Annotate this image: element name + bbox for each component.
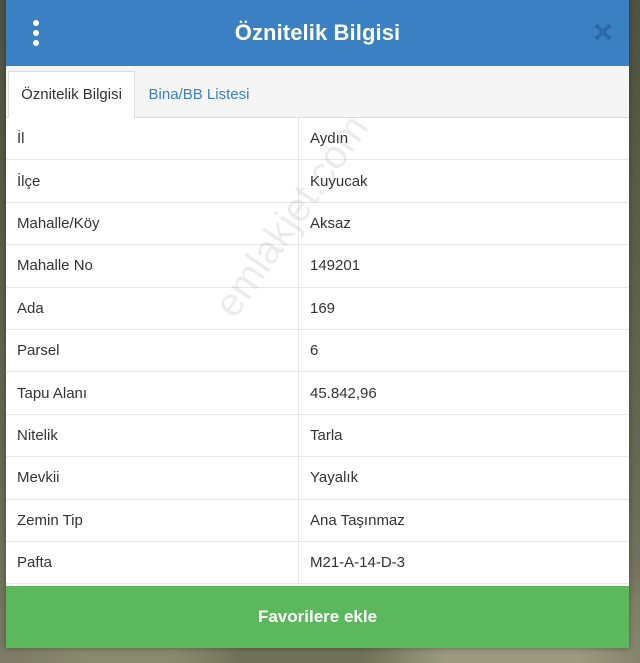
add-to-favorites-button[interactable]: Favorilere ekle [6, 586, 629, 648]
row-value: 149201 [310, 257, 361, 275]
table-row: Parsel 6 [6, 329, 629, 373]
table-row: Mahalle No 149201 [6, 245, 629, 288]
row-value: Ana Taşınmaz [310, 511, 405, 529]
row-value: Aksaz [310, 214, 351, 232]
row-key: Zemin Tip [6, 499, 299, 541]
row-value: Aydın [310, 130, 349, 148]
tab-building-list[interactable]: Bina/BB Listesi [135, 71, 263, 118]
attribute-table: İl Aydın İlçe Kuyucak Mahalle/Köy Aksaz … [6, 118, 629, 585]
table-row: Mahalle/Köy Aksaz [6, 202, 629, 246]
table-row: İl Aydın [6, 118, 629, 161]
row-key: Nitelik [6, 414, 299, 457]
table-row: Ada 169 [6, 287, 629, 330]
close-icon[interactable] [591, 20, 615, 44]
attribute-info-dialog: Öznitelik Bilgisi Öznitelik Bilgisi Bina… [6, 0, 629, 648]
row-key: Parsel [6, 329, 299, 372]
row-key: Tapu Alanı [6, 372, 299, 414]
row-value: 169 [310, 299, 336, 317]
row-value: Tarla [310, 426, 343, 444]
table-row: Pafta M21-A-14-D-3 [6, 541, 629, 585]
table-row: Zemin Tip Ana Taşınmaz [6, 499, 629, 542]
row-value: M21-A-14-D-3 [310, 554, 406, 572]
row-key: Mahalle No [6, 245, 299, 287]
row-value: Yayalık [310, 469, 359, 487]
row-key: Mevkii [6, 457, 299, 499]
row-value: Kuyucak [310, 172, 368, 190]
dialog-header: Öznitelik Bilgisi [6, 0, 629, 66]
table-row: Nitelik Tarla [6, 414, 629, 458]
row-key: Pafta [6, 541, 299, 584]
table-row: İlçe Kuyucak [6, 160, 629, 203]
dialog-title: Öznitelik Bilgisi [234, 20, 401, 45]
row-key: Mahalle/Köy [6, 202, 299, 245]
row-key: İl [6, 118, 299, 160]
tab-bar: Öznitelik Bilgisi Bina/BB Listesi [6, 66, 629, 118]
table-row: Tapu Alanı 45.842,96 [6, 372, 629, 415]
row-key: İlçe [6, 160, 299, 202]
vertical-dots-menu-icon[interactable] [28, 20, 44, 46]
table-row: Mevkii Yayalık [6, 457, 629, 500]
row-value: 45.842,96 [310, 384, 377, 402]
row-key: Ada [6, 287, 299, 329]
row-value: 6 [310, 342, 319, 360]
tab-attribute-info[interactable]: Öznitelik Bilgisi [8, 71, 135, 118]
